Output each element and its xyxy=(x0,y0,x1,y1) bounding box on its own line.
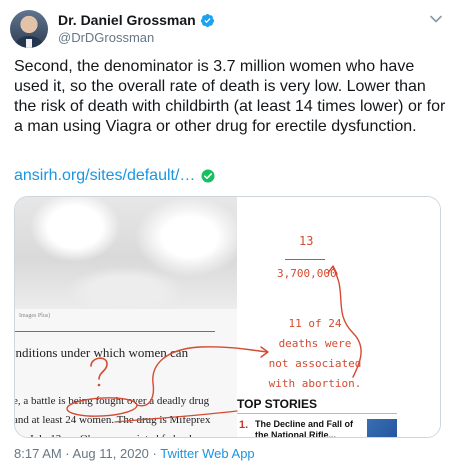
fraction-numerator: 13 xyxy=(299,234,314,248)
article-headline: onditions under which women can xyxy=(14,345,189,360)
chevron-down-icon[interactable] xyxy=(429,12,443,26)
note-line-3: not associated xyxy=(268,357,362,370)
note-line-4: with abortion. xyxy=(268,377,362,390)
author-name[interactable]: Dr. Daniel Grossman xyxy=(58,12,196,28)
top-stories-rule xyxy=(237,413,397,414)
article-line-3: On July 13, an Obama-appointed federal xyxy=(15,430,243,437)
author-name-row: Dr. Daniel Grossman xyxy=(58,12,215,28)
verified-badge-icon xyxy=(200,13,214,27)
article-line-1: e, a battle is being fought over a deadl… xyxy=(14,392,243,411)
source-app-link[interactable]: Twitter Web App xyxy=(160,446,254,461)
photo-credit: Images Plus) xyxy=(19,313,51,319)
blurred-photo xyxy=(15,197,237,309)
article-clipping: Images Plus) onditions under which women… xyxy=(15,197,237,437)
panel-edge xyxy=(405,197,440,437)
avatar-collar xyxy=(26,39,32,48)
fraction-line xyxy=(285,259,325,260)
tweet-media-image[interactable]: Images Plus) onditions under which women… xyxy=(14,196,441,438)
tweet-timestamp[interactable]: 8:17 AM · Aug 11, 2020 xyxy=(14,446,149,461)
note-line-2: deaths were xyxy=(278,337,352,350)
note-line-1: 11 of 24 xyxy=(288,317,342,330)
story-title: The Decline and Fall of the National Rif… xyxy=(255,419,354,438)
tweet-link-row: ansirh.org/sites/default/… xyxy=(14,167,215,185)
story-thumbnail xyxy=(367,419,397,437)
article-rule xyxy=(15,331,215,332)
tweet-text: Second, the denominator is 3.7 million w… xyxy=(14,58,446,135)
story-number: 1. xyxy=(239,419,249,431)
article-line-2: and at least 24 women. The drug is Mifep… xyxy=(14,414,211,426)
tweet-link[interactable]: ansirh.org/sites/default/… xyxy=(14,167,195,185)
article-line-1-text: e, a battle is being fought over a deadl… xyxy=(14,395,210,407)
tweet-footer: 8:17 AM · Aug 11, 2020 · Twitter Web App xyxy=(14,446,255,461)
annotation-panel: 13 3,700,000 11 of 24 deaths were not as… xyxy=(237,197,440,437)
fraction-denominator: 3,700,000 xyxy=(277,267,337,280)
top-stories-heading: TOP STORIES xyxy=(237,397,318,411)
article-text: e, a battle is being fought over a deadl… xyxy=(14,392,243,437)
handwritten-note: 11 of 24 deaths were not associated with… xyxy=(255,314,375,394)
author-handle[interactable]: @DrDGrossman xyxy=(58,30,154,45)
safe-link-check-icon xyxy=(201,169,215,183)
footer-separator: · xyxy=(148,446,161,461)
avatar[interactable] xyxy=(10,10,48,48)
